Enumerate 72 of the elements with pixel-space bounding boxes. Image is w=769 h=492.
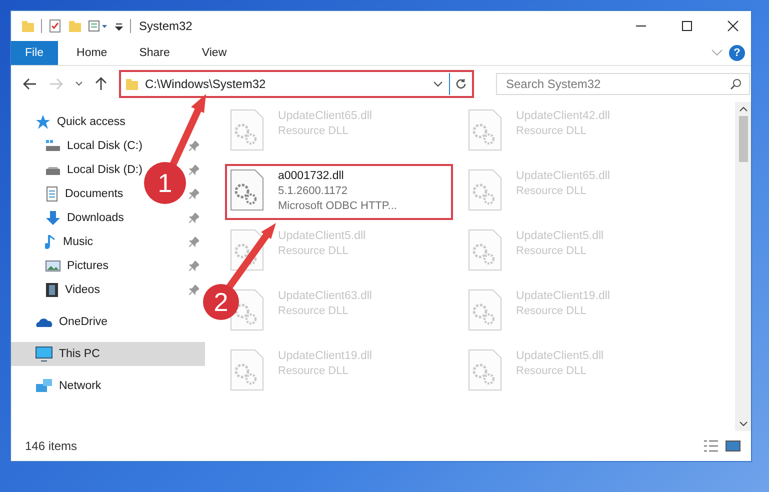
back-arrow-icon[interactable] — [23, 78, 37, 90]
nav-item[interactable]: Quick access — [11, 110, 130, 134]
search-field[interactable]: Search System32 — [496, 73, 750, 95]
nav-item[interactable]: Videos — [11, 278, 104, 302]
file-detail: Resource DLL — [278, 364, 350, 379]
file-detail: Resource DLL — [278, 244, 350, 259]
file-detail: 5.1.2600.1172 — [278, 184, 349, 199]
star-icon — [35, 114, 51, 130]
close-icon[interactable] — [727, 20, 739, 32]
search-icon[interactable] — [730, 78, 742, 90]
ribbon-tab[interactable]: Share — [126, 41, 183, 65]
file-detail: Microsoft ODBC HTTP... — [278, 199, 397, 214]
film-icon — [45, 282, 59, 298]
file-detail: Resource DLL — [516, 124, 588, 139]
window-title: System32 — [139, 19, 192, 33]
file-name[interactable]: a0001732.dll — [278, 169, 397, 184]
address-field[interactable]: C:\Windows\System32 — [121, 73, 450, 95]
music-note-icon — [45, 234, 57, 250]
scroll-thumb[interactable] — [738, 116, 748, 162]
download-icon — [45, 210, 61, 226]
nav-item[interactable]: Network — [11, 374, 106, 398]
folder-icon[interactable] — [21, 19, 35, 33]
scrollbar[interactable] — [735, 102, 751, 431]
selected-nav-item[interactable]: This PC — [11, 342, 205, 366]
cloud-icon — [35, 316, 53, 328]
dll-file-icon[interactable] — [230, 169, 264, 211]
pin-icon[interactable] — [189, 261, 199, 271]
pin-icon[interactable] — [189, 213, 199, 223]
pin-icon[interactable] — [189, 189, 199, 199]
folder-icon[interactable] — [68, 19, 82, 33]
nav-item[interactable]: Local Disk (D:) — [11, 158, 146, 182]
file-detail: Resource DLL — [516, 304, 588, 319]
large-icons-view-icon[interactable] — [725, 439, 741, 453]
step-badge: 1 — [144, 162, 186, 204]
pin-icon[interactable] — [189, 165, 199, 175]
ribbon-tab[interactable]: View — [188, 41, 240, 65]
properties-icon[interactable] — [88, 19, 108, 33]
nav-item[interactable]: Local Disk (C:) — [11, 134, 146, 158]
pin-icon[interactable] — [189, 237, 199, 247]
step-badge: 2 — [203, 284, 239, 320]
file-detail: Resource DLL — [516, 184, 588, 199]
monitor-icon — [35, 346, 53, 362]
nav-item[interactable]: Documents — [11, 182, 128, 206]
checklist-icon[interactable] — [48, 19, 62, 33]
chevron-down-icon[interactable] — [433, 81, 443, 87]
network-icon — [35, 378, 53, 394]
chevron-down-icon[interactable] — [738, 421, 748, 427]
forward-arrow-icon[interactable] — [49, 78, 63, 90]
details-view-icon[interactable] — [703, 439, 719, 453]
file-detail: Resource DLL — [278, 124, 350, 139]
ribbon-tab[interactable]: Home — [64, 41, 120, 65]
maximize-icon[interactable] — [681, 20, 693, 32]
up-arrow-icon[interactable] — [95, 77, 107, 91]
help-button[interactable]: ? — [729, 45, 745, 61]
file-detail: Resource DLL — [278, 304, 350, 319]
picture-icon — [45, 259, 61, 273]
file-detail: Resource DLL — [516, 244, 588, 259]
drive-icon — [45, 139, 61, 153]
ribbon-tab[interactable]: File — [11, 41, 58, 65]
chevron-up-icon[interactable] — [738, 106, 748, 112]
nav-item[interactable]: Music — [11, 230, 98, 254]
nav-item[interactable]: Pictures — [11, 254, 113, 278]
pin-icon[interactable] — [189, 141, 199, 151]
refresh-icon — [455, 78, 467, 90]
folder-icon — [125, 77, 139, 91]
document-icon — [45, 186, 59, 202]
nav-item[interactable]: OneDrive — [11, 310, 112, 334]
chevron-down-icon[interactable] — [75, 81, 83, 87]
file-detail: Resource DLL — [516, 364, 588, 379]
nav-item[interactable]: Downloads — [11, 206, 128, 230]
pin-icon[interactable] — [189, 285, 199, 295]
item-count: 146 items — [25, 439, 78, 453]
